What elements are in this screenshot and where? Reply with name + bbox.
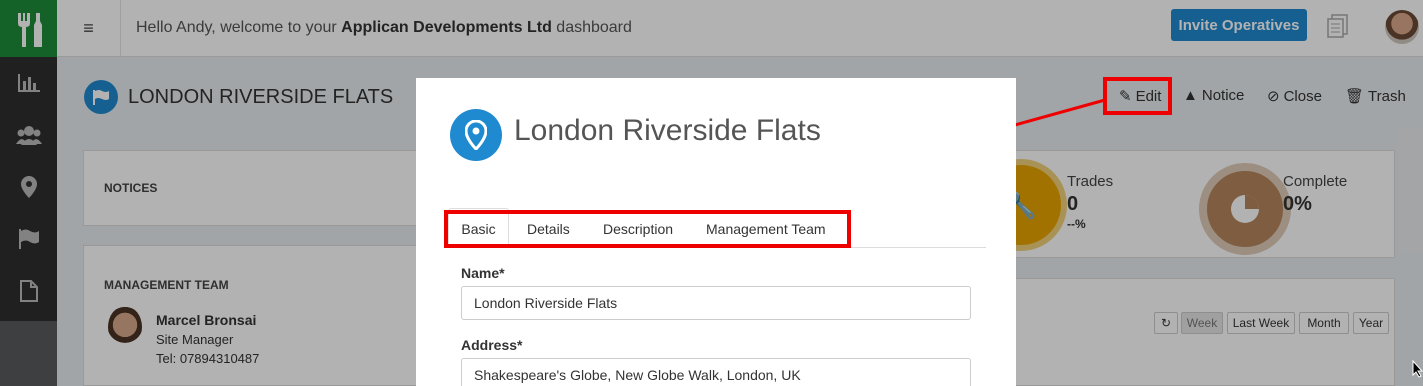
modal-title: London Riverside Flats xyxy=(514,114,821,147)
map-marker-icon xyxy=(450,109,502,161)
edit-project-modal: London Riverside Flats Basic Details Des… xyxy=(416,78,1016,386)
tabs-highlight-box xyxy=(444,210,851,248)
cursor-icon xyxy=(1412,360,1423,378)
name-label: Name* xyxy=(461,265,505,281)
address-field[interactable] xyxy=(461,358,971,386)
address-label: Address* xyxy=(461,337,523,353)
edit-highlight-box xyxy=(1103,77,1172,115)
name-field[interactable] xyxy=(461,286,971,320)
